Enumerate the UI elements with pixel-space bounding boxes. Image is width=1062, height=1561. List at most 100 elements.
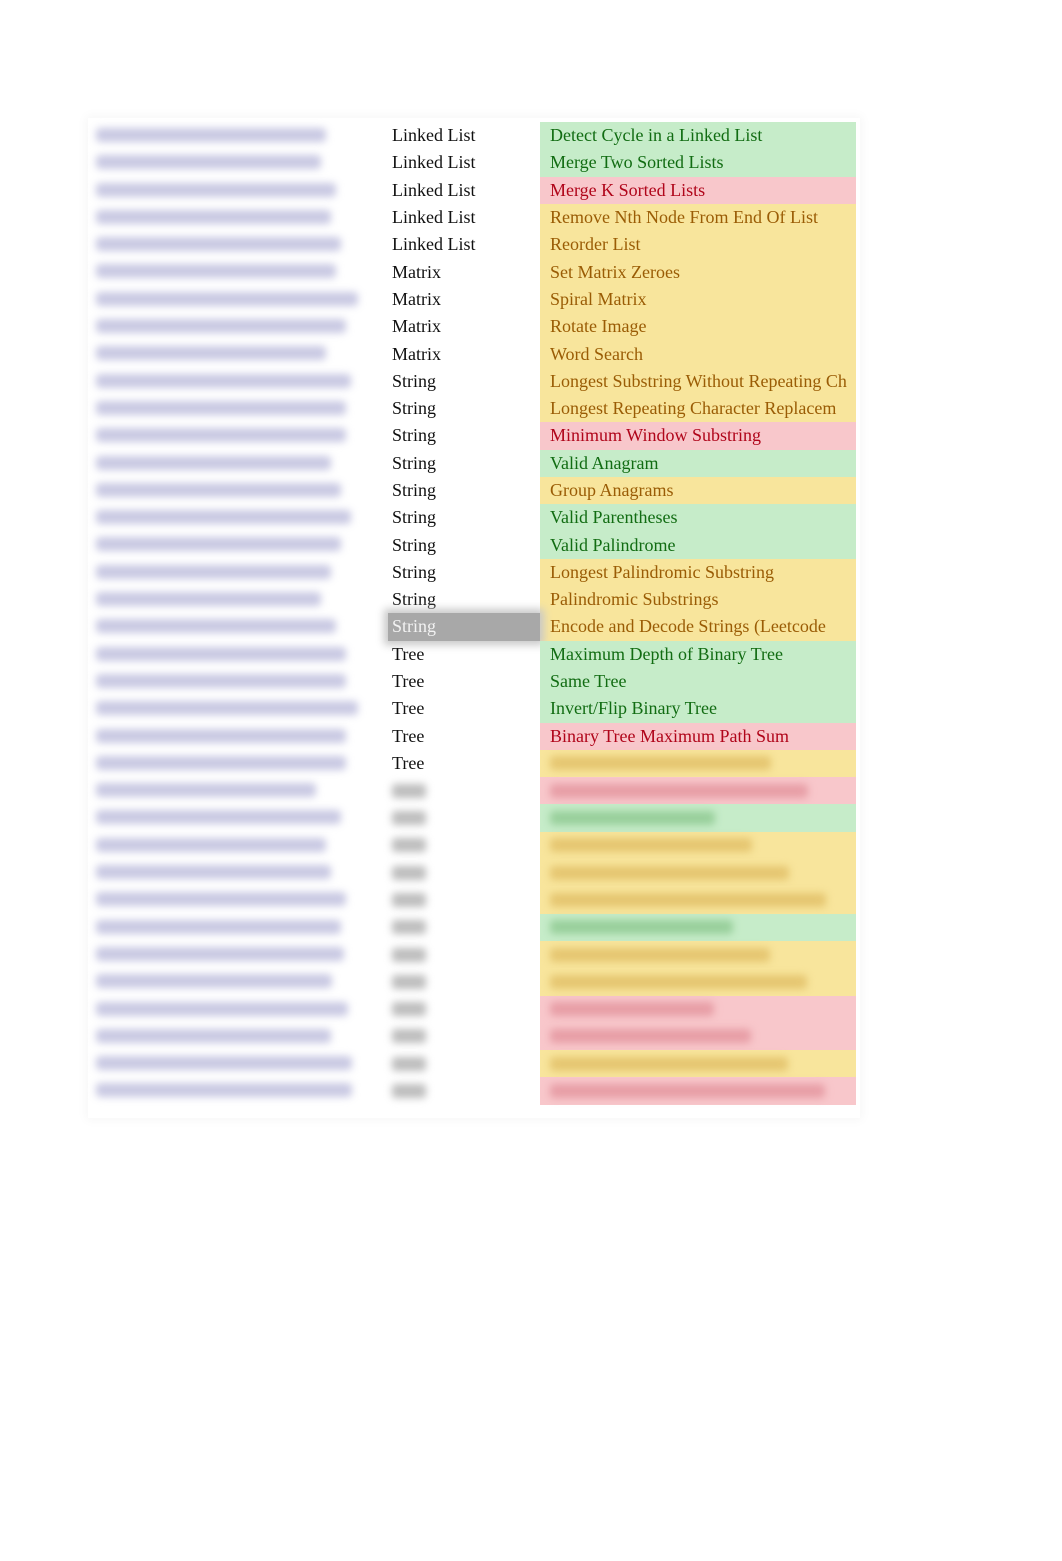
problem-link-cell[interactable]	[92, 1050, 388, 1077]
topic-cell[interactable]: Linked List	[388, 231, 540, 258]
problem-title-cell[interactable]: Rotate Image	[540, 313, 856, 341]
problem-title-cell[interactable]: Invert/Flip Binary Tree	[540, 695, 856, 723]
problem-link-cell[interactable]	[92, 149, 388, 176]
problem-link-cell[interactable]	[92, 586, 388, 613]
topic-cell[interactable]: String	[388, 395, 540, 422]
topic-cell[interactable]: String	[388, 531, 540, 558]
topic-cell[interactable]	[388, 777, 540, 804]
problem-title-cell[interactable]	[540, 777, 856, 805]
topic-cell[interactable]: String	[388, 504, 540, 531]
topic-cell[interactable]: Linked List	[388, 122, 540, 149]
problem-link-cell[interactable]	[92, 395, 388, 422]
problem-title-cell[interactable]	[540, 1022, 856, 1051]
problem-link-cell[interactable]	[92, 313, 388, 340]
problem-link-cell[interactable]	[92, 1023, 388, 1050]
problem-title-cell[interactable]	[540, 831, 856, 860]
problem-link-cell[interactable]	[92, 450, 388, 477]
topic-cell[interactable]: Tree	[388, 695, 540, 722]
topic-cell[interactable]	[388, 832, 540, 859]
problem-link-cell[interactable]	[92, 504, 388, 531]
problem-link-cell[interactable]	[92, 750, 388, 777]
problem-title-cell[interactable]: Longest Substring Without Repeating Ch	[540, 367, 856, 395]
topic-cell[interactable]	[388, 941, 540, 968]
problem-link-cell[interactable]	[92, 204, 388, 231]
problem-title-cell[interactable]: Same Tree	[540, 667, 856, 696]
topic-cell[interactable]	[388, 1077, 540, 1104]
topic-cell[interactable]: String	[388, 450, 540, 477]
problem-title-cell[interactable]: Valid Palindrome	[540, 531, 856, 559]
problem-title-cell[interactable]	[540, 886, 856, 914]
problem-title-cell[interactable]: Palindromic Substrings	[540, 586, 856, 614]
topic-cell[interactable]: String	[388, 586, 540, 613]
topic-cell[interactable]	[388, 914, 540, 941]
problem-link-cell[interactable]	[92, 668, 388, 695]
problem-title-cell[interactable]	[540, 1077, 856, 1105]
topic-cell[interactable]: String	[388, 422, 540, 449]
problem-title-cell[interactable]: Minimum Window Substring	[540, 422, 856, 450]
problem-link-cell[interactable]	[92, 859, 388, 886]
problem-link-cell[interactable]	[92, 996, 388, 1023]
problem-title-cell[interactable]: Set Matrix Zeroes	[540, 258, 856, 286]
problem-link-cell[interactable]	[92, 723, 388, 750]
problem-title-cell[interactable]	[540, 913, 856, 941]
topic-cell[interactable]: Matrix	[388, 340, 540, 367]
problem-link-cell[interactable]	[92, 613, 388, 640]
problem-link-cell[interactable]	[92, 886, 388, 913]
topic-cell[interactable]: Matrix	[388, 313, 540, 340]
problem-title-cell[interactable]	[540, 1050, 856, 1078]
problem-link-cell[interactable]	[92, 559, 388, 586]
problem-link-cell[interactable]	[92, 531, 388, 558]
problem-title-cell[interactable]: Maximum Depth of Binary Tree	[540, 640, 856, 668]
topic-cell[interactable]	[388, 886, 540, 913]
problem-title-cell[interactable]: Merge Two Sorted Lists	[540, 149, 856, 177]
problem-title-cell[interactable]: Valid Parentheses	[540, 504, 856, 532]
topic-cell[interactable]: String	[388, 559, 540, 586]
topic-cell[interactable]	[388, 996, 540, 1023]
topic-cell[interactable]: Tree	[388, 750, 540, 777]
problem-title-cell[interactable]: Encode and Decode Strings (Leetcode	[540, 613, 856, 641]
problem-title-cell[interactable]: Detect Cycle in a Linked List	[540, 122, 856, 150]
problem-title-cell[interactable]: Spiral Matrix	[540, 285, 856, 314]
problem-link-cell[interactable]	[92, 941, 388, 968]
problem-title-cell[interactable]	[540, 749, 856, 778]
topic-cell[interactable]: Tree	[388, 641, 540, 668]
problem-title-cell[interactable]: Remove Nth Node From End Of List	[540, 203, 856, 232]
problem-title-cell[interactable]: Longest Palindromic Substring	[540, 558, 856, 587]
topic-cell[interactable]: String	[388, 368, 540, 395]
problem-title-cell[interactable]	[540, 804, 856, 832]
topic-cell[interactable]: Matrix	[388, 258, 540, 285]
problem-link-cell[interactable]	[92, 231, 388, 258]
topic-cell[interactable]: Matrix	[388, 286, 540, 313]
topic-cell[interactable]	[388, 804, 540, 831]
problem-title-cell[interactable]: Valid Anagram	[540, 449, 856, 477]
problem-link-cell[interactable]	[92, 258, 388, 285]
topic-cell[interactable]	[388, 1050, 540, 1077]
topic-cell[interactable]: String	[388, 477, 540, 504]
problem-link-cell[interactable]	[92, 1077, 388, 1104]
problem-link-cell[interactable]	[92, 286, 388, 313]
problem-link-cell[interactable]	[92, 477, 388, 504]
problem-title-cell[interactable]	[540, 995, 856, 1023]
problem-link-cell[interactable]	[92, 695, 388, 722]
topic-cell[interactable]: Linked List	[388, 149, 540, 176]
topic-cell[interactable]	[388, 1023, 540, 1050]
problem-title-cell[interactable]: Longest Repeating Character Replacem	[540, 394, 856, 423]
problem-link-cell[interactable]	[92, 777, 388, 804]
topic-cell[interactable]: Tree	[388, 723, 540, 750]
topic-cell[interactable]: String	[388, 613, 540, 641]
problem-title-cell[interactable]: Merge K Sorted Lists	[540, 176, 856, 204]
problem-link-cell[interactable]	[92, 914, 388, 941]
problem-title-cell[interactable]: Group Anagrams	[540, 476, 856, 505]
problem-title-cell[interactable]: Binary Tree Maximum Path Sum	[540, 722, 856, 750]
topic-cell[interactable]	[388, 968, 540, 995]
problem-link-cell[interactable]	[92, 832, 388, 859]
problem-link-cell[interactable]	[92, 641, 388, 668]
problem-title-cell[interactable]	[540, 859, 856, 887]
problem-link-cell[interactable]	[92, 122, 388, 149]
problem-link-cell[interactable]	[92, 177, 388, 204]
problem-link-cell[interactable]	[92, 968, 388, 995]
topic-cell[interactable]: Linked List	[388, 204, 540, 231]
problem-link-cell[interactable]	[92, 422, 388, 449]
problem-link-cell[interactable]	[92, 340, 388, 367]
topic-cell[interactable]: Tree	[388, 668, 540, 695]
